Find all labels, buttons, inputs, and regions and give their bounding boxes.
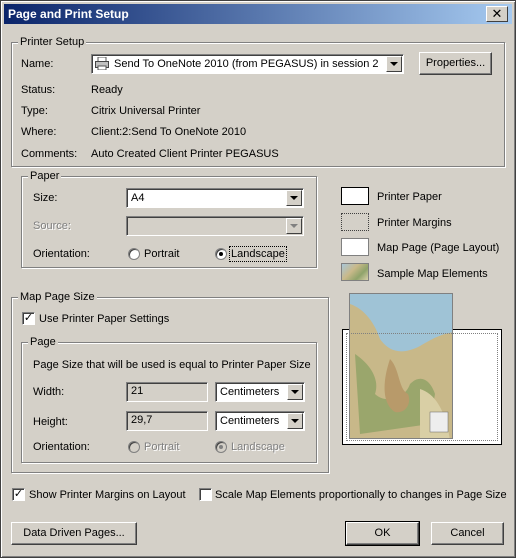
type-value: Citrix Universal Printer (91, 105, 201, 117)
source-label: Source: (33, 220, 71, 232)
printer-setup-legend: Printer Setup (18, 35, 87, 49)
dialog-title: Page and Print Setup (8, 7, 129, 21)
page-size-info: Page Size that will be used is equal to … (33, 359, 311, 371)
page-landscape-label[interactable]: Landscape (231, 440, 285, 454)
chevron-down-icon[interactable] (286, 218, 302, 234)
width-unit-value: Centimeters (220, 386, 280, 398)
chevron-down-icon[interactable] (386, 56, 402, 72)
sample-map-swatch (341, 263, 369, 281)
paper-portrait-label[interactable]: Portrait (144, 247, 179, 261)
printer-name-select[interactable]: Send To OneNote 2010 (from PEGASUS) in s… (91, 54, 404, 74)
height-unit-value: Centimeters (220, 415, 280, 427)
use-printer-paper-label[interactable]: Use Printer Paper Settings (39, 312, 169, 326)
chevron-down-icon[interactable] (287, 413, 303, 429)
printer-name-value: Send To OneNote 2010 (from PEGASUS) in s… (114, 58, 379, 70)
page-orientation-label: Orientation: (33, 441, 90, 453)
title-bar: Page and Print Setup ✕ (4, 4, 512, 24)
data-driven-pages-button[interactable]: Data Driven Pages... (11, 522, 137, 545)
legend-printer-paper: Printer Paper (377, 191, 442, 203)
scale-elements-checkbox[interactable] (199, 488, 212, 501)
properties-button[interactable]: Properties... (419, 52, 492, 75)
close-icon: ✕ (491, 6, 503, 21)
name-label: Name: (21, 58, 54, 70)
cancel-button[interactable]: Cancel (431, 522, 504, 545)
status-value: Ready (91, 84, 123, 96)
height-label: Height: (33, 416, 68, 428)
paper-size-value: A4 (131, 192, 145, 204)
page-portrait-radio[interactable] (128, 441, 140, 453)
close-button[interactable]: ✕ (486, 6, 508, 22)
where-label: Where: (21, 126, 57, 138)
legend-map-page: Map Page (Page Layout) (377, 242, 500, 254)
status-label: Status: (21, 84, 56, 96)
height-unit-select[interactable]: Centimeters (215, 411, 305, 431)
where-value: Client:2:Send To OneNote 2010 (91, 126, 247, 138)
scale-elements-label[interactable]: Scale Map Elements proportionally to cha… (215, 488, 507, 502)
paper-source-select[interactable] (126, 216, 304, 236)
type-label: Type: (21, 105, 48, 117)
page-portrait-label[interactable]: Portrait (144, 440, 179, 454)
width-field[interactable]: 21 (126, 382, 208, 402)
paper-landscape-label[interactable]: Landscape (229, 246, 287, 262)
use-printer-paper-checkbox[interactable]: ✓ (22, 312, 35, 325)
paper-size-select[interactable]: A4 (126, 188, 304, 208)
page-print-setup-dialog: Page and Print Setup ✕ Printer Setup Nam… (0, 0, 516, 558)
chevron-down-icon[interactable] (286, 190, 302, 206)
legend-printer-margins: Printer Margins (377, 217, 452, 229)
preview-margins (346, 333, 498, 441)
map-page-size-legend: Map Page Size (18, 290, 97, 304)
chevron-down-icon[interactable] (287, 384, 303, 400)
printer-paper-swatch (341, 187, 369, 205)
page-preview (342, 293, 502, 445)
show-margins-label[interactable]: Show Printer Margins on Layout (29, 488, 186, 502)
height-field[interactable]: 29,7 (126, 411, 208, 431)
legend-sample-map: Sample Map Elements (377, 268, 488, 280)
paper-legend: Paper (28, 169, 62, 183)
page-legend: Page (28, 335, 58, 349)
comments-value: Auto Created Client Printer PEGASUS (91, 148, 279, 160)
map-page-swatch (341, 238, 369, 256)
printer-margins-swatch (341, 213, 369, 231)
width-label: Width: (33, 386, 65, 398)
orientation-label: Orientation: (33, 248, 90, 260)
width-unit-select[interactable]: Centimeters (215, 382, 305, 402)
page-landscape-radio[interactable] (215, 441, 227, 453)
paper-landscape-radio[interactable] (215, 248, 227, 260)
printer-icon (95, 56, 109, 71)
size-label: Size: (33, 192, 58, 204)
show-margins-checkbox[interactable]: ✓ (12, 488, 25, 501)
paper-portrait-radio[interactable] (128, 248, 140, 260)
ok-button[interactable]: OK (345, 521, 420, 546)
comments-label: Comments: (21, 148, 78, 160)
